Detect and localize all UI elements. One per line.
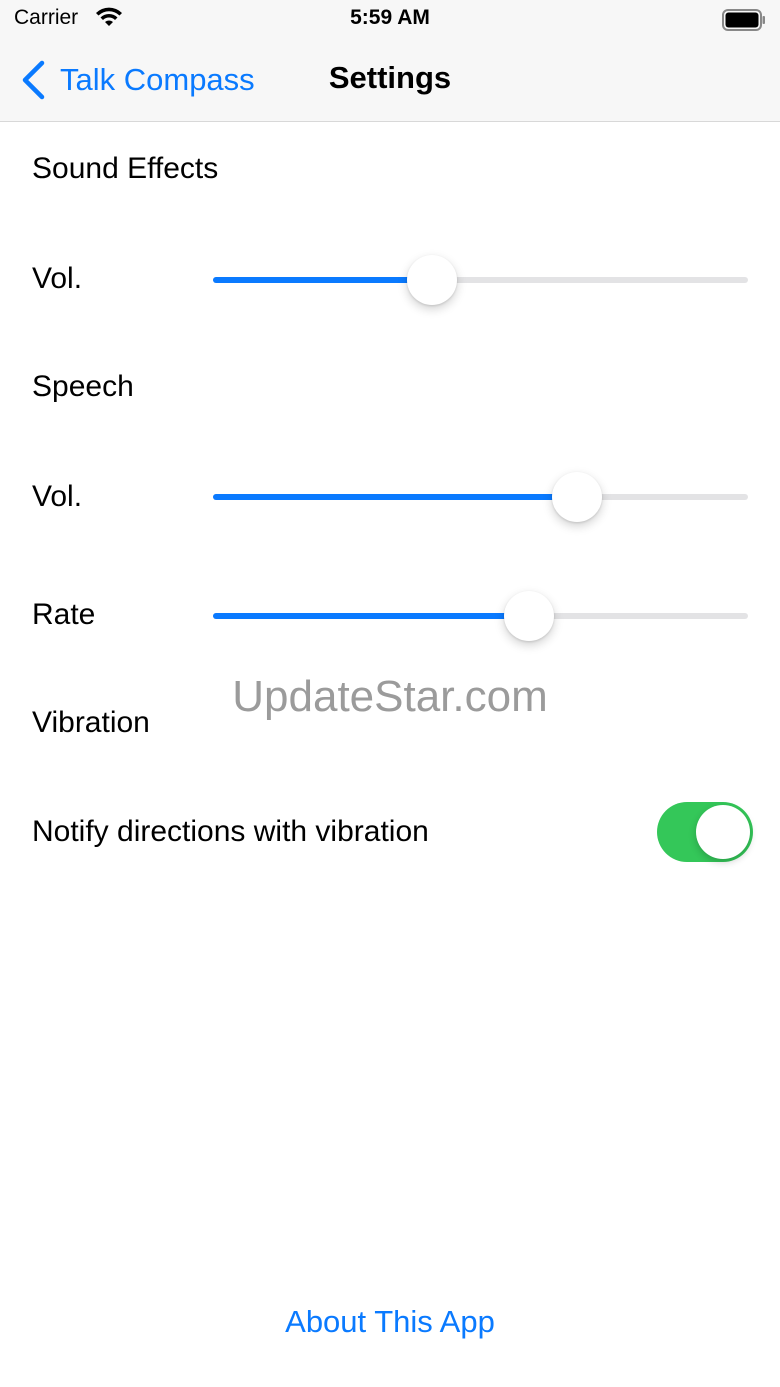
about-this-app-link[interactable]: About This App — [0, 1304, 780, 1340]
sound-effects-header: Sound Effects — [32, 152, 219, 185]
status-bar: Carrier 5:59 AM — [0, 0, 780, 40]
speech-volume-label: Vol. — [32, 480, 83, 513]
slider-fill — [213, 613, 529, 619]
notify-vibration-toggle[interactable] — [657, 802, 753, 862]
battery-icon — [722, 9, 765, 31]
slider-fill — [213, 277, 432, 283]
speech-rate-label: Rate — [32, 598, 96, 631]
slider-thumb[interactable] — [407, 255, 457, 305]
slider-fill — [213, 494, 577, 500]
sound-effects-volume-slider[interactable] — [213, 250, 748, 310]
page-title: Settings — [328, 60, 452, 95]
slider-thumb[interactable] — [504, 591, 554, 641]
speech-rate-slider[interactable] — [213, 586, 748, 646]
speech-header: Speech — [32, 370, 134, 403]
slider-thumb[interactable] — [552, 472, 602, 522]
clock: 5:59 AM — [350, 6, 430, 29]
vibration-header: Vibration — [32, 706, 150, 739]
sound-effects-volume-label: Vol. — [32, 262, 83, 295]
speech-volume-slider[interactable] — [213, 467, 748, 527]
toggle-knob — [696, 805, 750, 859]
settings-screen: Carrier 5:59 AM Talk Compass Settings So… — [0, 0, 780, 1387]
navigation-bar: Talk Compass Settings — [0, 40, 780, 122]
notify-vibration-label: Notify directions with vibration — [32, 815, 429, 848]
